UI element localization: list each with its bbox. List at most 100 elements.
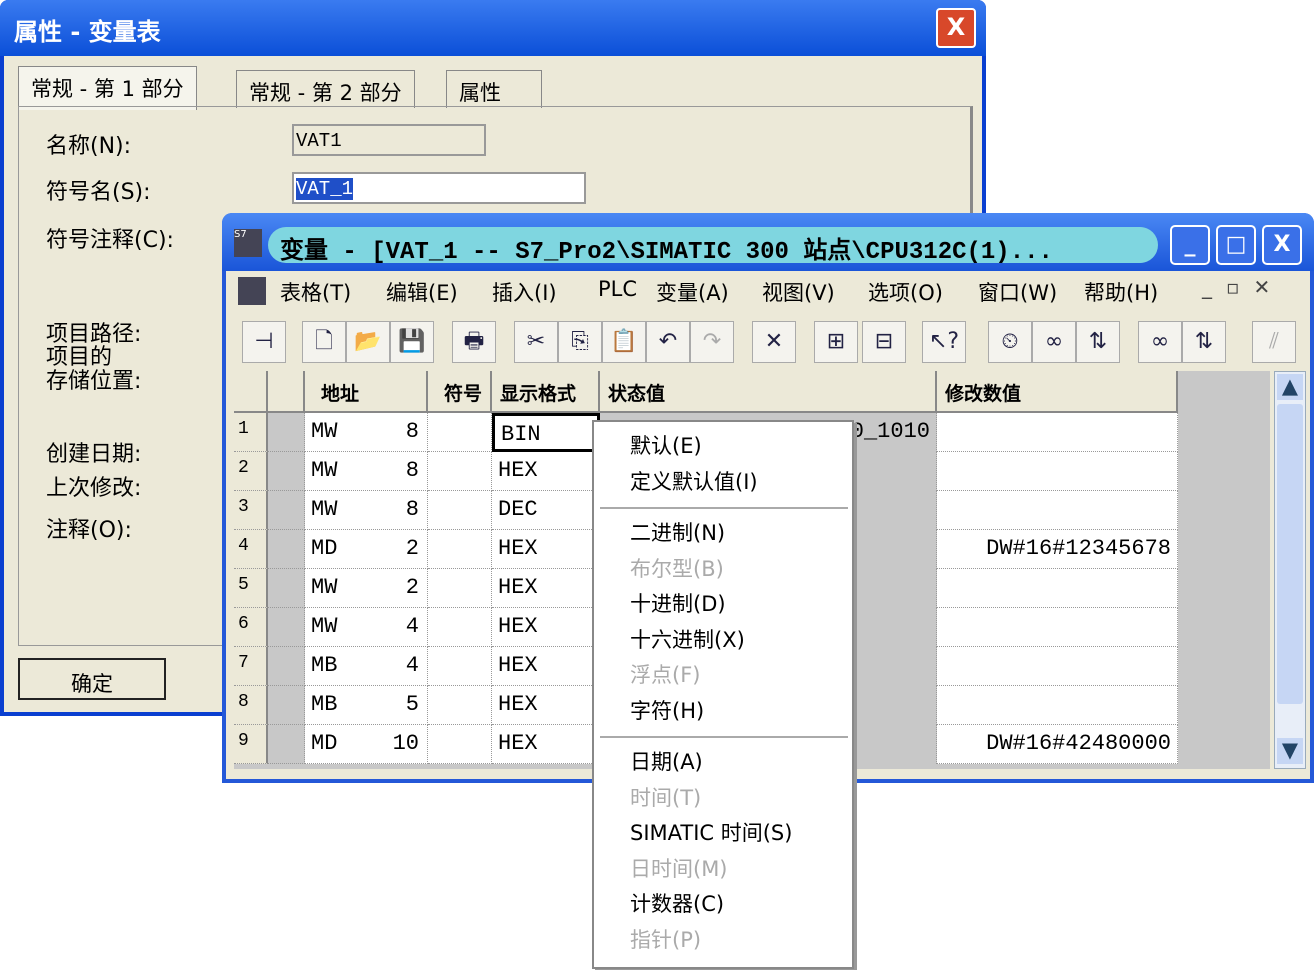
address-cell[interactable]: MW 8: [305, 452, 428, 491]
context-menu-item[interactable]: 默认(E): [630, 430, 702, 460]
context-menu-item[interactable]: 布尔型(B): [630, 553, 724, 583]
modify-cell[interactable]: [937, 452, 1178, 491]
context-menu-item[interactable]: 指针(P): [630, 924, 701, 954]
column-header-6[interactable]: 修改数值: [937, 371, 1178, 413]
context-menu-item[interactable]: 时间(T): [630, 782, 701, 812]
address-cell[interactable]: MD 10: [305, 725, 428, 764]
minimize-button[interactable]: _: [1170, 225, 1210, 265]
scroll-up-icon[interactable]: ▲: [1277, 374, 1303, 400]
online-icon[interactable]: ⊞: [814, 321, 858, 363]
modify-cell[interactable]: DW#16#42480000: [937, 725, 1178, 764]
menu-6[interactable]: 选项(O): [868, 277, 943, 307]
format-cell[interactable]: HEX: [492, 530, 600, 569]
menu-2[interactable]: 插入(I): [492, 277, 557, 307]
column-header-2[interactable]: 地址: [305, 371, 428, 413]
vertical-scrollbar[interactable]: ▲ ▼: [1274, 371, 1306, 769]
context-menu-item[interactable]: 日时间(M): [630, 853, 728, 883]
format-cell[interactable]: BIN: [492, 413, 600, 452]
paste-icon[interactable]: 📋: [602, 321, 646, 363]
ok-button[interactable]: 确定: [18, 658, 166, 700]
save-icon[interactable]: 💾: [390, 321, 434, 363]
menu-7[interactable]: 窗口(W): [978, 277, 1057, 307]
context-menu-item[interactable]: 计数器(C): [630, 888, 724, 918]
maximize-button[interactable]: □: [1216, 225, 1256, 265]
symbol-cell[interactable]: [428, 530, 492, 569]
symbol-field[interactable]: VAT_1: [292, 172, 586, 204]
monitor-icon[interactable]: ⏲: [988, 321, 1032, 363]
column-header-1[interactable]: [268, 371, 305, 413]
modify-icon[interactable]: ⇅: [1076, 321, 1120, 363]
new-icon[interactable]: 🗋: [302, 321, 346, 363]
symbol-cell[interactable]: [428, 608, 492, 647]
symbol-cell[interactable]: [428, 725, 492, 764]
menu-5[interactable]: 视图(V): [762, 277, 835, 307]
scroll-down-icon[interactable]: ▼: [1277, 738, 1303, 764]
symbol-cell[interactable]: [428, 569, 492, 608]
column-header-5[interactable]: 状态值: [600, 371, 937, 413]
delete-icon[interactable]: ✕: [752, 321, 796, 363]
context-menu-item[interactable]: 字符(H): [630, 695, 704, 725]
modify-cell[interactable]: [937, 569, 1178, 608]
column-header-3[interactable]: 符号: [428, 371, 492, 413]
modify-trigger-icon[interactable]: ⇅: [1182, 321, 1226, 363]
monitor-trigger-icon[interactable]: ∞: [1138, 321, 1182, 363]
pin-icon[interactable]: ⊣: [242, 321, 286, 363]
menu-4[interactable]: 变量(A): [656, 277, 729, 307]
symbol-cell[interactable]: [428, 647, 492, 686]
context-menu-item[interactable]: 十进制(D): [630, 588, 726, 618]
context-menu-item[interactable]: 二进制(N): [630, 517, 725, 547]
station-icon[interactable]: ⊟: [862, 321, 906, 363]
context-menu-item[interactable]: 定义默认值(I): [630, 466, 758, 496]
cut-icon[interactable]: ✂: [514, 321, 558, 363]
address-cell[interactable]: MW 2: [305, 569, 428, 608]
redo-icon[interactable]: ↷: [690, 321, 734, 363]
menu-1[interactable]: 编辑(E): [386, 277, 458, 307]
symbol-cell[interactable]: [428, 491, 492, 530]
format-cell[interactable]: HEX: [492, 569, 600, 608]
format-cell[interactable]: DEC: [492, 491, 600, 530]
address-cell[interactable]: MD 2: [305, 530, 428, 569]
symbol-cell[interactable]: [428, 452, 492, 491]
open-icon[interactable]: 📂: [346, 321, 390, 363]
context-menu-item[interactable]: 十六进制(X): [630, 624, 745, 654]
print-icon[interactable]: 🖶: [452, 321, 496, 363]
name-field[interactable]: VAT1: [292, 124, 486, 156]
format-cell[interactable]: HEX: [492, 608, 600, 647]
undo-icon[interactable]: ↶: [646, 321, 690, 363]
tab-properties[interactable]: 属性: [446, 70, 542, 108]
address-cell[interactable]: MW 4: [305, 608, 428, 647]
modify-cell[interactable]: [937, 647, 1178, 686]
help-icon[interactable]: ↖?: [922, 321, 966, 363]
mdi-controls[interactable]: _▫✕: [1202, 275, 1284, 299]
format-cell[interactable]: HEX: [492, 725, 600, 764]
close-button[interactable]: X: [1262, 225, 1302, 265]
menu-3[interactable]: PLC: [598, 277, 637, 301]
context-menu-item[interactable]: 日期(A): [630, 746, 703, 776]
address-cell[interactable]: MB 4: [305, 647, 428, 686]
modify-cell[interactable]: DW#16#12345678: [937, 530, 1178, 569]
dialog-close-button[interactable]: X: [936, 8, 976, 48]
copy-icon[interactable]: ⎘: [558, 321, 602, 363]
force-icon[interactable]: ⫽: [1252, 321, 1296, 363]
menu-0[interactable]: 表格(T): [280, 277, 351, 307]
address-cell[interactable]: MB 5: [305, 686, 428, 725]
modify-cell[interactable]: [937, 608, 1178, 647]
scroll-thumb[interactable]: [1277, 404, 1303, 704]
column-header-7[interactable]: [1178, 371, 1270, 413]
tab-general-1[interactable]: 常规 - 第 1 部分: [18, 66, 197, 110]
address-cell[interactable]: MW 8: [305, 491, 428, 530]
context-menu-item[interactable]: 浮点(F): [630, 659, 700, 689]
symbol-cell[interactable]: [428, 413, 492, 452]
modify-cell[interactable]: [937, 413, 1178, 452]
modify-cell[interactable]: [937, 686, 1178, 725]
format-cell[interactable]: HEX: [492, 686, 600, 725]
column-header-0[interactable]: [234, 371, 268, 413]
context-menu-item[interactable]: SIMATIC 时间(S): [630, 817, 792, 847]
tab-general-2[interactable]: 常规 - 第 2 部分: [236, 70, 415, 108]
address-cell[interactable]: MW 8: [305, 413, 428, 452]
format-cell[interactable]: HEX: [492, 452, 600, 491]
format-cell[interactable]: HEX: [492, 647, 600, 686]
symbol-cell[interactable]: [428, 686, 492, 725]
menu-8[interactable]: 帮助(H): [1084, 277, 1158, 307]
column-header-4[interactable]: 显示格式: [492, 371, 600, 413]
